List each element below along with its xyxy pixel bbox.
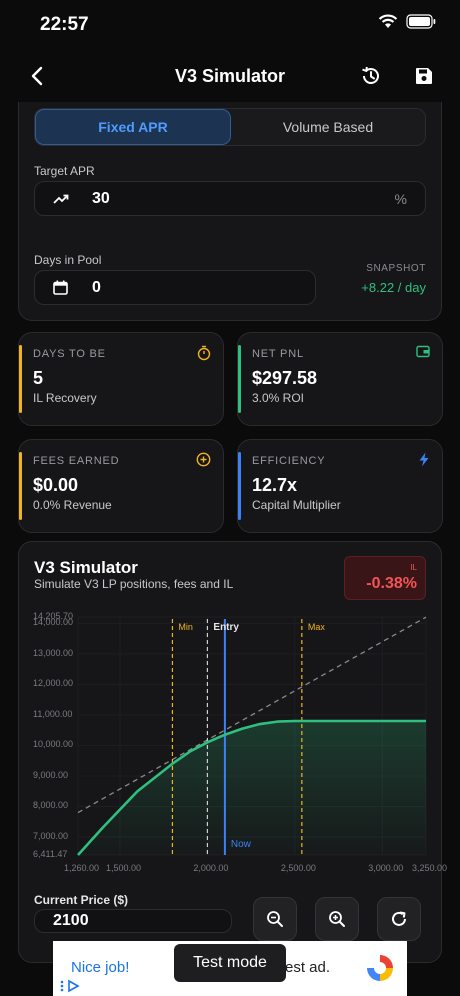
y-tick-label: 9,000.00 [33, 769, 69, 780]
stat-card-fees-earned: FEES EARNED $0.00 0.0% Revenue [18, 439, 224, 533]
zoom-in-button[interactable] [315, 897, 359, 941]
stat-card-efficiency: EFFICIENCY 12.7x Capital Multiplier [237, 439, 443, 533]
x-tick-label: 2,000.00 [193, 863, 229, 873]
refresh-icon [392, 911, 406, 926]
wallet-icon [416, 345, 430, 358]
wifi-icon [378, 14, 398, 28]
bolt-icon [419, 452, 429, 467]
stat-title: FEES EARNED [33, 455, 120, 467]
page-title: V3 Simulator [174, 66, 286, 86]
stat-subtitle: IL Recovery [33, 391, 97, 405]
zoom-out-button[interactable] [253, 897, 297, 941]
range-label-max: Max [307, 622, 325, 632]
history-button[interactable] [356, 61, 386, 91]
stat-value: $0.00 [33, 475, 79, 495]
ad-choices-icon[interactable] [59, 979, 83, 993]
lp-area [78, 720, 426, 855]
accent-bar [238, 452, 241, 520]
mode-selector: Fixed APR Volume Based [34, 108, 426, 146]
stat-value: 5 [33, 368, 44, 388]
y-tick-label: 8,000.00 [33, 800, 69, 811]
status-time: 22:57 [40, 14, 89, 35]
save-button[interactable] [409, 61, 439, 91]
stat-subtitle: Capital Multiplier [252, 498, 341, 512]
status-icons [378, 14, 436, 29]
trending-up-icon [53, 194, 69, 204]
accent-bar [19, 452, 22, 520]
y-tick-label: 11,000.00 [33, 708, 73, 719]
stat-title: EFFICIENCY [252, 455, 326, 467]
stat-subtitle: 0.0% Revenue [33, 498, 112, 512]
current-price-value: 2100 [53, 912, 89, 929]
ad-logo-icon [367, 955, 393, 981]
reset-button[interactable] [377, 897, 421, 941]
il-badge: IL -0.38% [344, 556, 426, 600]
floppy-disk-icon [416, 68, 432, 84]
stat-value: $297.58 [252, 368, 318, 388]
current-price-label: Current Price ($) [34, 893, 129, 907]
range-label-entry: Entry [213, 622, 239, 633]
stat-card-days-to-be: DAYS TO BE 5 IL Recovery [18, 332, 224, 426]
snapshot-value: +8.22 / day [361, 280, 426, 295]
y-tick-label: 10,000.00 [33, 739, 74, 750]
y-tick-label: 14,205.70 [33, 611, 74, 621]
tab-volume-based[interactable]: Volume Based [231, 109, 425, 145]
x-tick-label: 3,000.00 [368, 863, 404, 873]
test-mode-toast: Test mode [174, 944, 286, 982]
x-tick-label: 2,500.00 [280, 863, 316, 873]
calendar-icon [53, 280, 68, 295]
tab-fixed-apr[interactable]: Fixed APR [35, 109, 231, 145]
battery-icon [406, 14, 436, 29]
y-tick-label: 6,411.47 [33, 849, 68, 859]
simulator-subtitle: Simulate V3 LP positions, fees and IL [34, 577, 234, 591]
x-tick-label: 1,260.00 [64, 863, 100, 873]
y-tick-label: 13,000.00 [33, 647, 74, 658]
accent-bar [19, 345, 22, 413]
stat-subtitle: 3.0% ROI [252, 391, 305, 405]
x-tick-label: 1,500.00 [105, 863, 142, 873]
simulator-title: V3 Simulator [34, 558, 138, 577]
target-apr-field[interactable]: 30 % [34, 181, 426, 216]
stat-value: 12.7x [252, 475, 298, 495]
days-in-pool-value: 0 [92, 279, 101, 296]
ad-right-text: est ad. [285, 959, 331, 976]
y-tick-label: 12,000.00 [33, 678, 74, 689]
stopwatch-icon [197, 345, 211, 361]
x-tick-label: 3,250.00 [412, 863, 448, 873]
target-apr-label: Target APR [34, 164, 95, 178]
ad-left-text: Nice job! [71, 959, 130, 976]
snapshot-label: SNAPSHOT [366, 263, 426, 274]
stat-card-net-pnl: NET PNL $297.58 3.0% ROI [237, 332, 443, 426]
stat-title: NET PNL [252, 348, 304, 360]
y-tick-label: 7,000.00 [33, 831, 69, 842]
target-apr-value: 30 [92, 190, 110, 207]
days-in-pool-label: Days in Pool [34, 253, 102, 267]
current-price-input[interactable]: 2100 [34, 909, 232, 933]
days-in-pool-field[interactable]: 0 [34, 270, 316, 305]
stat-title: DAYS TO BE [33, 348, 106, 360]
now-label: Now [230, 839, 251, 850]
zoom-in-icon [329, 911, 345, 927]
accent-bar [238, 345, 241, 413]
payoff-chart: 6,411.47 7,000.00 8,000.00 9,000.00 10,000.0… [28, 605, 447, 880]
percent-unit: % [394, 191, 407, 207]
history-icon [362, 66, 379, 84]
il-label: IL [410, 563, 417, 572]
range-label-min: Min [178, 622, 193, 632]
il-value: -0.38% [366, 575, 417, 592]
zoom-out-icon [267, 911, 283, 927]
plus-circle-icon [196, 452, 211, 467]
